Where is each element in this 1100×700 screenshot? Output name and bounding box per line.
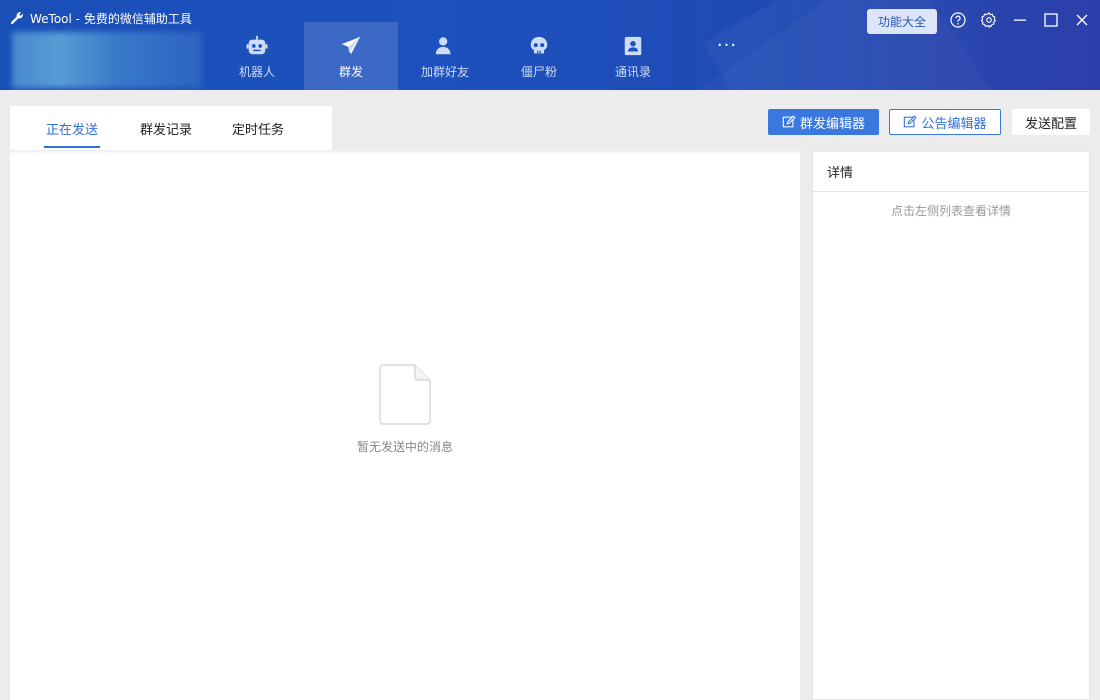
send-config-button[interactable]: 发送配置 (1012, 109, 1090, 135)
tab-scheduled-tasks[interactable]: 定时任务 (232, 106, 284, 150)
tab-label: 群发记录 (140, 122, 193, 138)
nav-item-label: 机器人 (238, 64, 275, 79)
nav-item-mass-send[interactable]: 群发 (304, 22, 398, 90)
tab-label: 定时任务 (232, 122, 285, 138)
empty-document-icon (379, 364, 431, 425)
button-label: 公告编辑器 (921, 116, 987, 132)
app-header: WeTool - 免费的微信辅助工具 机器人 群发 加群好友 僵尸粉 通讯录 ·… (0, 0, 1100, 90)
settings-button[interactable] (978, 9, 1000, 31)
nav-item-label: 加群好友 (420, 64, 469, 79)
empty-state-text: 暂无发送中的消息 (356, 440, 453, 454)
nav-item-robot[interactable]: 机器人 (210, 22, 304, 90)
subtab-bar: 正在发送 群发记录 定时任务 (10, 106, 332, 150)
empty-state: 暂无发送中的消息 (10, 364, 800, 455)
tab-sending[interactable]: 正在发送 (44, 106, 101, 150)
help-icon (950, 12, 966, 28)
paper-plane-icon (341, 36, 361, 54)
robot-icon (246, 35, 268, 54)
nav-item-label: 僵尸粉 (520, 64, 557, 79)
help-button[interactable] (947, 9, 969, 31)
nav-item-label: 群发 (338, 64, 363, 79)
tab-label: 正在发送 (46, 122, 99, 138)
notice-editor-button[interactable]: 公告编辑器 (889, 109, 1001, 135)
app-title: WeTool - 免费的微信辅助工具 (10, 8, 192, 28)
settings-icon (981, 12, 997, 28)
nav-item-add-friends[interactable]: 加群好友 (398, 22, 492, 90)
detail-hint: 点击左侧列表查看详情 (890, 204, 1011, 218)
wrench-icon (10, 12, 23, 25)
account-avatar[interactable] (12, 32, 202, 88)
detail-title: 详情 (813, 152, 1089, 192)
button-label: 发送配置 (1024, 116, 1077, 132)
all-functions-button[interactable]: 功能大全 (867, 9, 937, 34)
app-title-text: WeTool - 免费的微信辅助工具 (30, 11, 192, 26)
maximize-icon (1044, 13, 1058, 27)
button-label: 群发编辑器 (799, 116, 865, 132)
sending-list-panel: 暂无发送中的消息 (10, 150, 800, 700)
main-nav: 机器人 群发 加群好友 僵尸粉 通讯录 ··· (210, 22, 774, 90)
contacts-icon (624, 36, 642, 55)
tab-send-history[interactable]: 群发记录 (140, 106, 192, 150)
edit-icon (782, 115, 796, 128)
close-button[interactable] (1071, 9, 1093, 31)
close-icon (1076, 14, 1088, 26)
nav-item-contacts[interactable]: 通讯录 (586, 22, 680, 90)
nav-item-label: 通讯录 (614, 64, 651, 79)
mass-send-editor-button[interactable]: 群发编辑器 (768, 109, 879, 135)
skull-icon (530, 36, 548, 53)
minimize-icon (1014, 19, 1026, 21)
nav-item-zombie-fans[interactable]: 僵尸粉 (492, 22, 586, 90)
minimize-button[interactable] (1009, 9, 1031, 31)
add-user-icon (435, 36, 455, 54)
maximize-button[interactable] (1040, 9, 1062, 31)
nav-more-button[interactable]: ··· (680, 22, 774, 68)
detail-panel: 详情 点击左侧列表查看详情 (812, 151, 1090, 700)
edit-icon (904, 115, 918, 128)
